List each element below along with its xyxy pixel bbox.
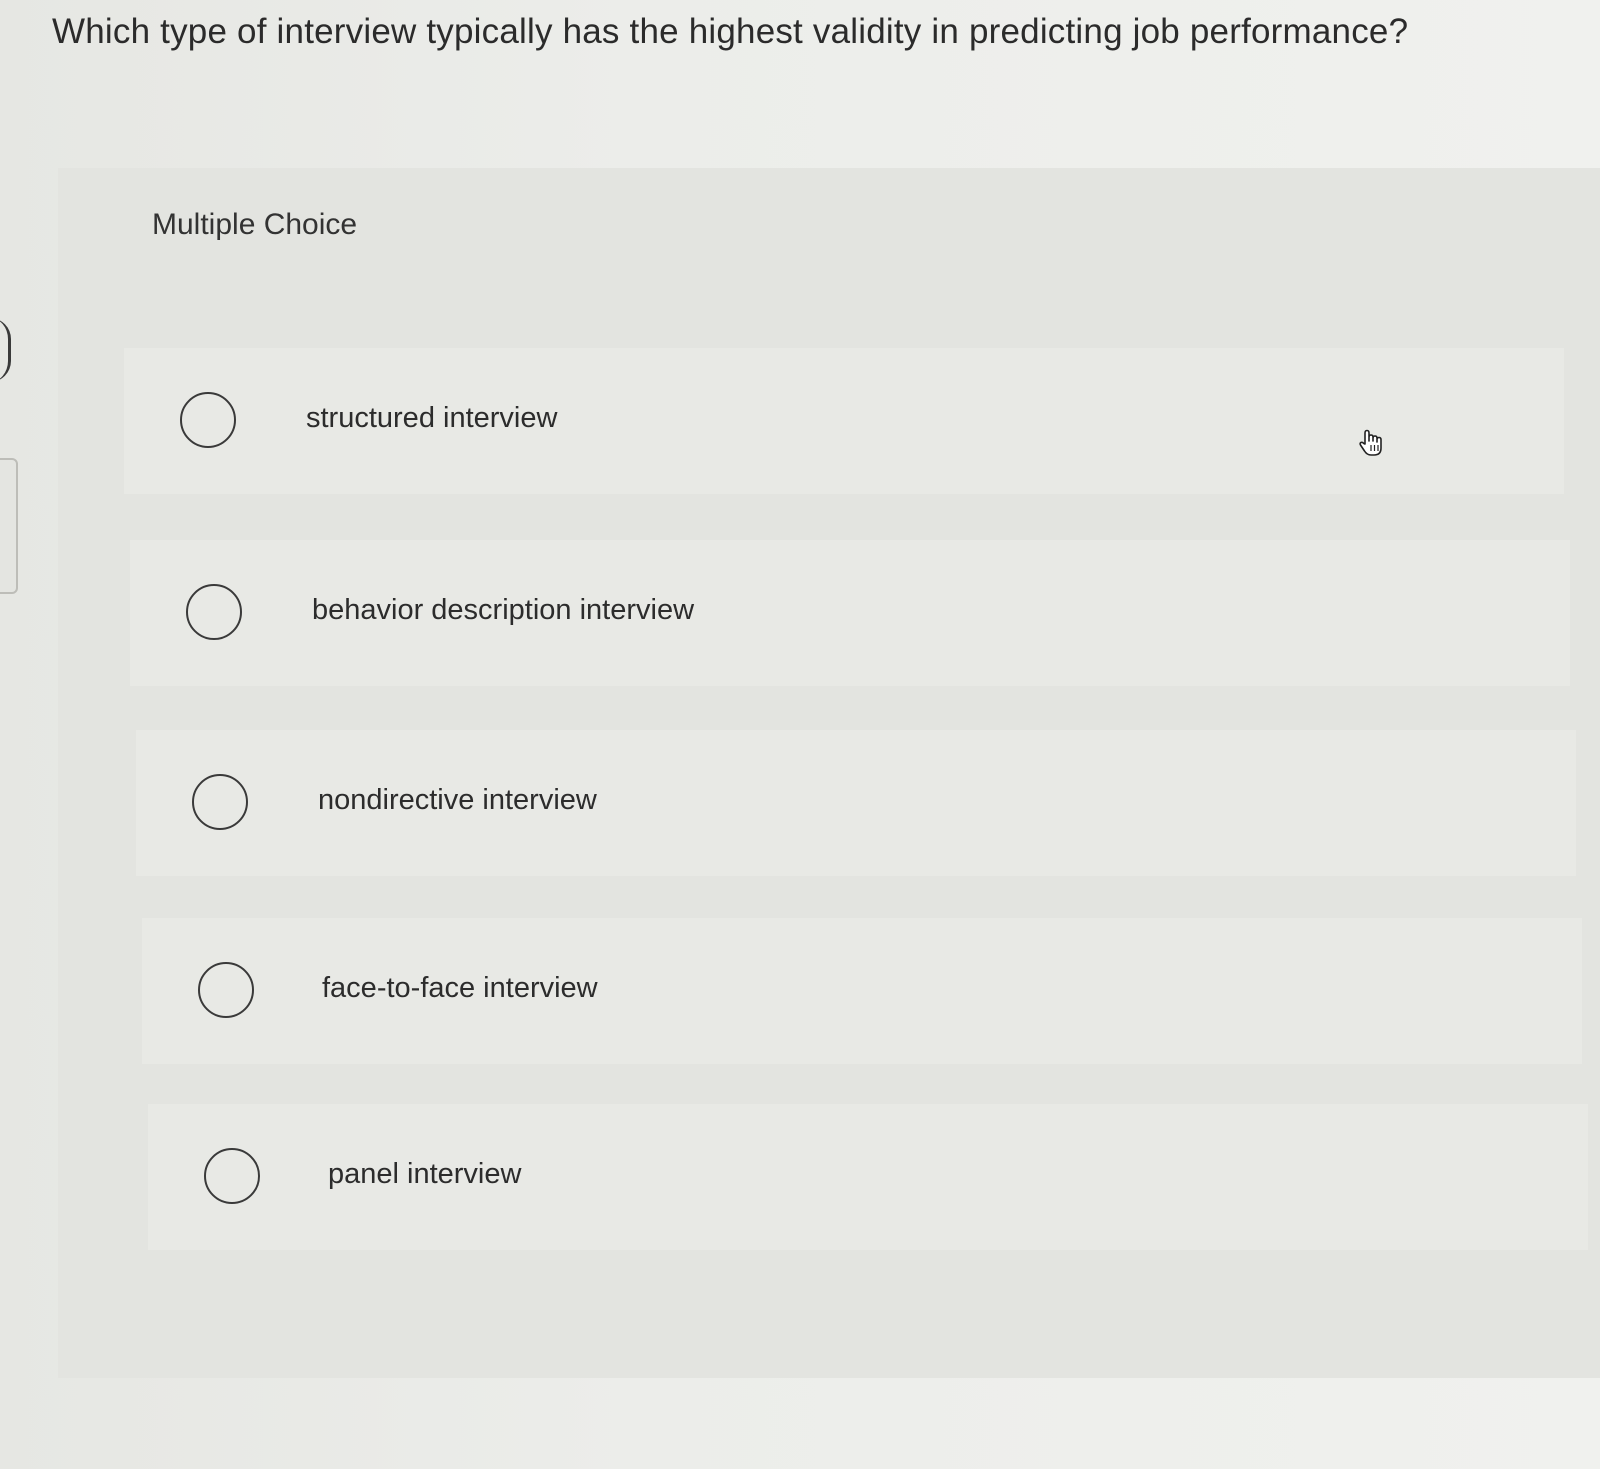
option-label: nondirective interview xyxy=(318,784,597,816)
radio-button[interactable] xyxy=(180,392,236,448)
option-face-to-face-interview[interactable]: face-to-face interview xyxy=(142,918,1582,1064)
option-label: face-to-face interview xyxy=(322,972,598,1004)
radio-button[interactable] xyxy=(192,774,248,830)
option-label: panel interview xyxy=(328,1158,522,1190)
radio-button[interactable] xyxy=(198,962,254,1018)
page: Which type of interview typically has th… xyxy=(0,0,1600,1469)
option-label: structured interview xyxy=(306,402,558,434)
options-list: structured interview behavior descriptio… xyxy=(0,0,1600,1469)
option-nondirective-interview[interactable]: nondirective interview xyxy=(136,730,1576,876)
radio-button[interactable] xyxy=(186,584,242,640)
option-panel-interview[interactable]: panel interview xyxy=(148,1104,1588,1250)
option-label: behavior description interview xyxy=(312,594,695,626)
pointer-hand-icon xyxy=(1359,429,1382,456)
option-structured-interview[interactable]: structured interview xyxy=(124,348,1564,494)
radio-button[interactable] xyxy=(204,1148,260,1204)
option-behavior-description-interview[interactable]: behavior description interview xyxy=(130,540,1570,686)
